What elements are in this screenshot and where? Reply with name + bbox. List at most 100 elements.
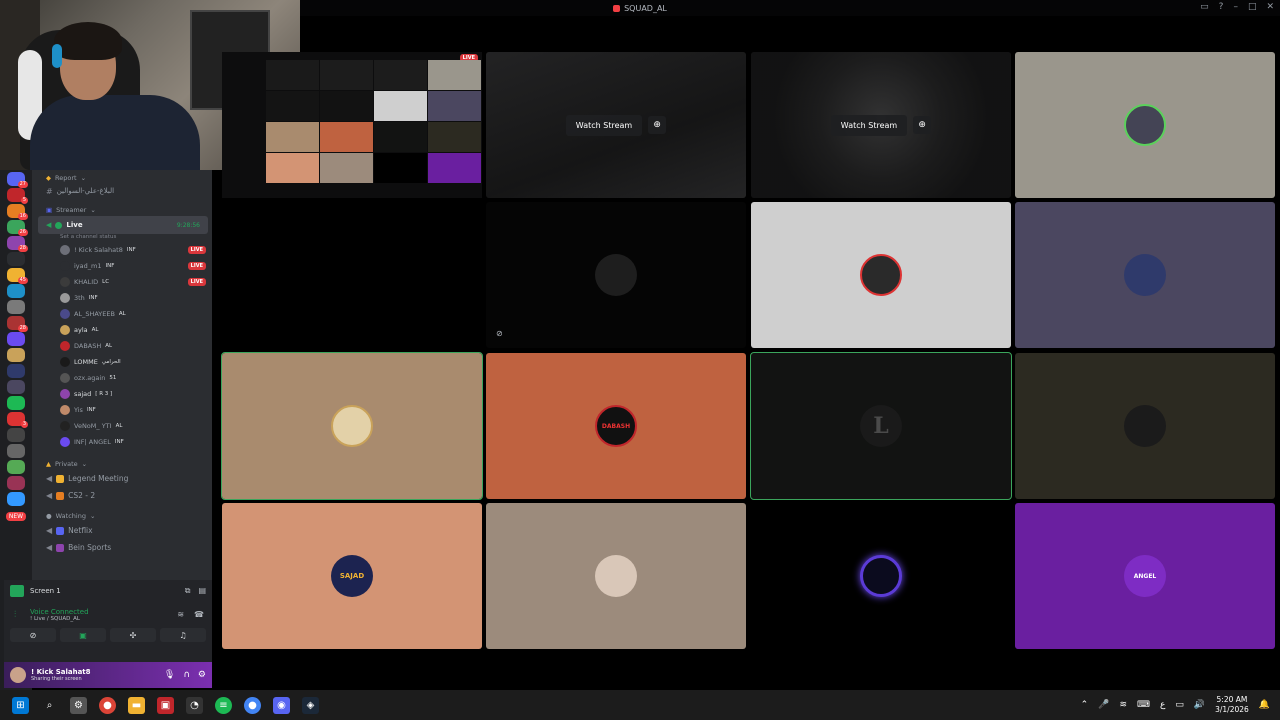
- zoom-icon[interactable]: ⊕: [913, 116, 932, 134]
- windows-start-icon[interactable]: ⊞: [12, 696, 29, 714]
- server-icon[interactable]: 45: [7, 268, 28, 284]
- set-channel-status[interactable]: Set a channel status: [32, 234, 212, 242]
- member-row[interactable]: VeNoM_ YTI AL: [32, 418, 212, 434]
- server-icon[interactable]: 3: [7, 412, 28, 428]
- server-icon[interactable]: [7, 300, 25, 314]
- member-row[interactable]: LOMME الحرامي: [32, 354, 212, 370]
- share-screen-button[interactable]: ▣: [60, 628, 106, 642]
- member-row[interactable]: DABASH AL: [32, 338, 212, 354]
- soundboard-button[interactable]: ♫: [160, 628, 206, 642]
- popout-icon[interactable]: ⧉: [185, 586, 191, 596]
- member-row[interactable]: AL_SHAYEEB AL: [32, 306, 212, 322]
- server-icon[interactable]: 16: [7, 204, 28, 220]
- server-icon[interactable]: 27: [7, 172, 28, 188]
- category-watching[interactable]: ● Watching ⌄: [32, 508, 212, 522]
- voice-channel-netflix[interactable]: ◀ Netflix: [32, 522, 212, 539]
- wifi-icon[interactable]: ≋: [1119, 700, 1127, 710]
- server-icon[interactable]: [7, 252, 25, 266]
- server-icon[interactable]: [7, 364, 25, 378]
- disconnect-icon[interactable]: ☎: [194, 610, 204, 619]
- voice-channel-legend-meeting[interactable]: ◀ Legend Meeting: [32, 470, 212, 487]
- discord-icon[interactable]: ◉: [273, 696, 290, 714]
- mic-icon[interactable]: 🎙: [164, 670, 175, 680]
- member-row[interactable]: ! Kick Salahat8 INF LIVE: [32, 242, 212, 258]
- user-tile[interactable]: [751, 202, 1011, 348]
- close-icon[interactable]: ✕: [1266, 2, 1274, 12]
- microphone-icon[interactable]: 🎤: [1098, 700, 1109, 710]
- watch-stream-button[interactable]: Watch Stream: [565, 114, 643, 136]
- notification-bell-icon[interactable]: 🔔: [1259, 700, 1270, 710]
- app-icon[interactable]: ▣: [157, 696, 174, 714]
- settings-app-icon[interactable]: ⚙: [70, 696, 87, 714]
- category-streamer[interactable]: ▣ Streamer ⌄: [32, 202, 212, 216]
- channel-report[interactable]: # البلاغ-علي-السوالين: [32, 184, 212, 198]
- server-icon[interactable]: [7, 428, 25, 442]
- server-icon[interactable]: [7, 332, 25, 346]
- server-icon[interactable]: [7, 460, 25, 474]
- user-tile[interactable]: [486, 503, 746, 649]
- server-icon[interactable]: [7, 476, 25, 490]
- server-icon[interactable]: [7, 444, 25, 458]
- server-icon[interactable]: 28: [7, 236, 28, 252]
- user-tile[interactable]: DABASH: [486, 353, 746, 499]
- channel-live[interactable]: ◀ Live 9:28:56: [38, 216, 208, 234]
- maximize-icon[interactable]: □: [1248, 2, 1257, 12]
- steam-alt-icon[interactable]: ◔: [186, 696, 203, 714]
- chrome-icon[interactable]: ●: [99, 696, 116, 714]
- member-row[interactable]: ozx.again 51: [32, 370, 212, 386]
- zoom-icon[interactable]: ⊕: [648, 116, 667, 134]
- volume-icon[interactable]: 🔊: [1194, 700, 1205, 710]
- settings-icon[interactable]: ▤: [198, 586, 206, 596]
- user-tile[interactable]: SAJAD: [222, 503, 482, 649]
- chevron-up-icon[interactable]: ⌃: [1081, 700, 1089, 710]
- network-icon[interactable]: ▭: [1175, 700, 1184, 710]
- server-icon[interactable]: [7, 380, 25, 394]
- server-icon[interactable]: [7, 396, 25, 410]
- inbox-icon[interactable]: ▭: [1200, 2, 1209, 12]
- language-indicator[interactable]: ع: [1160, 700, 1165, 710]
- member-row[interactable]: iyad_m1 INF LIVE: [32, 258, 212, 274]
- server-icon[interactable]: [7, 492, 25, 506]
- steam-icon[interactable]: ◈: [302, 696, 319, 714]
- new-badge[interactable]: NEW: [5, 512, 27, 521]
- user-tile[interactable]: [751, 503, 1011, 649]
- spotify-icon[interactable]: ≡: [215, 696, 232, 714]
- member-row[interactable]: sajad[ R 3 ]: [32, 386, 212, 402]
- chrome-alt-icon[interactable]: ●: [244, 696, 261, 714]
- user-tile[interactable]: [1015, 202, 1275, 348]
- member-row[interactable]: ayla AL: [32, 322, 212, 338]
- gear-icon[interactable]: ⚙: [198, 670, 206, 680]
- keyboard-icon[interactable]: ⌨: [1137, 700, 1150, 710]
- voice-channel-bein[interactable]: ◀ Bein Sports: [32, 539, 212, 556]
- member-row[interactable]: 3th INF: [32, 290, 212, 306]
- activities-button[interactable]: ✣: [110, 628, 156, 642]
- server-icon[interactable]: [7, 348, 25, 362]
- server-icon[interactable]: 28: [7, 316, 28, 332]
- clock[interactable]: 5:20 AM 3/1/2026: [1215, 695, 1249, 715]
- user-tile[interactable]: L: [750, 352, 1012, 500]
- member-row[interactable]: KHALID LC LIVE: [32, 274, 212, 290]
- stream-tile[interactable]: Watch Stream ⊕: [486, 52, 746, 198]
- stream-preview-grid[interactable]: LIVE: [222, 52, 482, 198]
- minimize-icon[interactable]: –: [1233, 2, 1238, 12]
- server-icon[interactable]: 5: [7, 188, 28, 204]
- headphones-icon[interactable]: ∩: [183, 670, 190, 680]
- user-tile[interactable]: [221, 352, 483, 500]
- server-icon[interactable]: 26: [7, 220, 28, 236]
- user-tile[interactable]: [1015, 353, 1275, 499]
- voice-channel-cs2[interactable]: ◀ CS2 - 2: [32, 487, 212, 504]
- camera-off-button[interactable]: ⊘: [10, 628, 56, 642]
- noise-suppression-icon[interactable]: ≋: [177, 610, 184, 619]
- screen-share-row[interactable]: Screen 1 ⧉ ▤: [4, 580, 212, 602]
- avatar[interactable]: [10, 667, 26, 683]
- member-row[interactable]: Yis INF: [32, 402, 212, 418]
- file-explorer-icon[interactable]: ▬: [128, 696, 145, 714]
- search-icon[interactable]: ⌕: [41, 697, 58, 714]
- category-report[interactable]: ◆ Report ⌄: [32, 170, 212, 184]
- user-tile[interactable]: [222, 202, 482, 348]
- stream-tile[interactable]: Watch Stream ⊕: [751, 52, 1011, 198]
- member-row[interactable]: INF| ANGEL INF: [32, 434, 212, 450]
- user-tile[interactable]: [1015, 52, 1275, 198]
- user-tile[interactable]: ⊘: [486, 202, 746, 348]
- category-private[interactable]: ▲ Private ⌄: [32, 456, 212, 470]
